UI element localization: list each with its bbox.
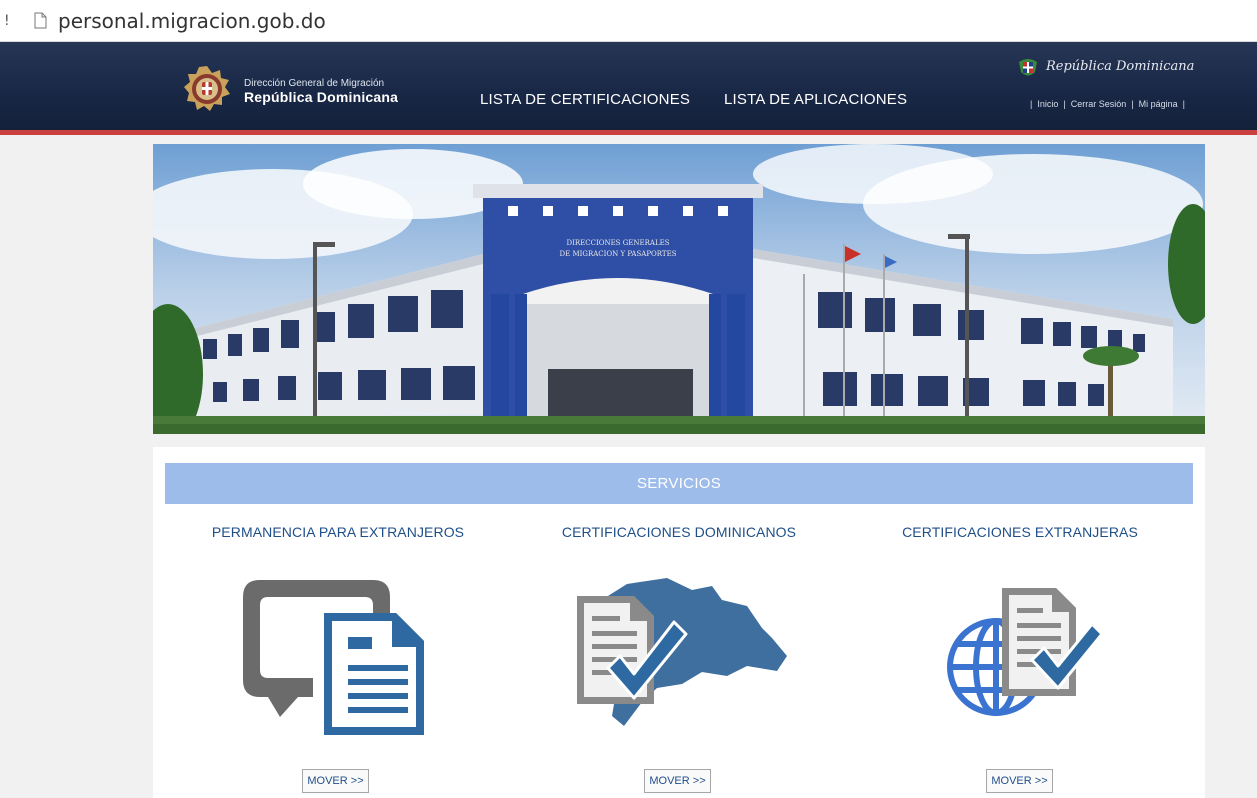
republic-script-text: República Dominicana — [1046, 59, 1195, 74]
mover-button-cert-dominicanos[interactable]: MOVER >> — [644, 769, 711, 793]
globe-certificate-icon[interactable] — [944, 584, 1104, 724]
service-title-cert-dominicanos[interactable]: CERTIFICACIONES DOMINICANOS — [529, 524, 829, 540]
page-icon — [34, 12, 47, 29]
link-mi-pagina[interactable]: Mi página — [1139, 99, 1178, 109]
utility-links: | Inicio | Cerrar Sesión | Mi página | — [1028, 99, 1187, 109]
service-title-permanencia[interactable]: PERMANENCIA PARA EXTRANJEROS — [188, 524, 488, 540]
map-certificate-icon[interactable] — [572, 576, 792, 736]
header-stripe — [0, 130, 1257, 135]
separator: | — [1030, 99, 1033, 109]
migration-seal-icon[interactable] — [183, 65, 231, 113]
nav-lista-certificaciones[interactable]: LISTA DE CERTIFICACIONES — [480, 91, 690, 108]
separator: | — [1182, 99, 1185, 109]
separator: | — [1063, 99, 1066, 109]
mover-button-permanencia[interactable]: MOVER >> — [302, 769, 369, 793]
logo-title[interactable]: República Dominicana — [244, 89, 398, 105]
browser-url-bar[interactable]: ! personal.migracion.gob.do — [0, 0, 1257, 42]
service-title-cert-extranjeras[interactable]: CERTIFICACIONES EXTRANJERAS — [870, 524, 1170, 540]
nav-lista-aplicaciones[interactable]: LISTA DE APLICACIONES — [724, 91, 907, 108]
separator: | — [1131, 99, 1134, 109]
left-edge-mark: ! — [4, 13, 10, 29]
coat-of-arms-icon — [1019, 59, 1037, 76]
building-illustration: DIRECCIONES GENERALES DE MIGRACION Y PAS… — [153, 144, 1205, 434]
logo-subtitle: Dirección General de Migración — [244, 78, 385, 89]
services-heading: SERVICIOS — [165, 463, 1193, 504]
link-cerrar-sesion[interactable]: Cerrar Sesión — [1071, 99, 1127, 109]
url-text[interactable]: personal.migracion.gob.do — [58, 9, 326, 33]
mover-button-cert-extranjeras[interactable]: MOVER >> — [986, 769, 1053, 793]
monitor-document-icon[interactable] — [238, 575, 430, 740]
building-sign-line1: DIRECCIONES GENERALES — [566, 239, 669, 247]
building-sign-line2: DE MIGRACION Y PASAPORTES — [560, 250, 677, 258]
banner-image: DIRECCIONES GENERALES DE MIGRACION Y PAS… — [153, 144, 1205, 434]
link-inicio[interactable]: Inicio — [1037, 99, 1058, 109]
